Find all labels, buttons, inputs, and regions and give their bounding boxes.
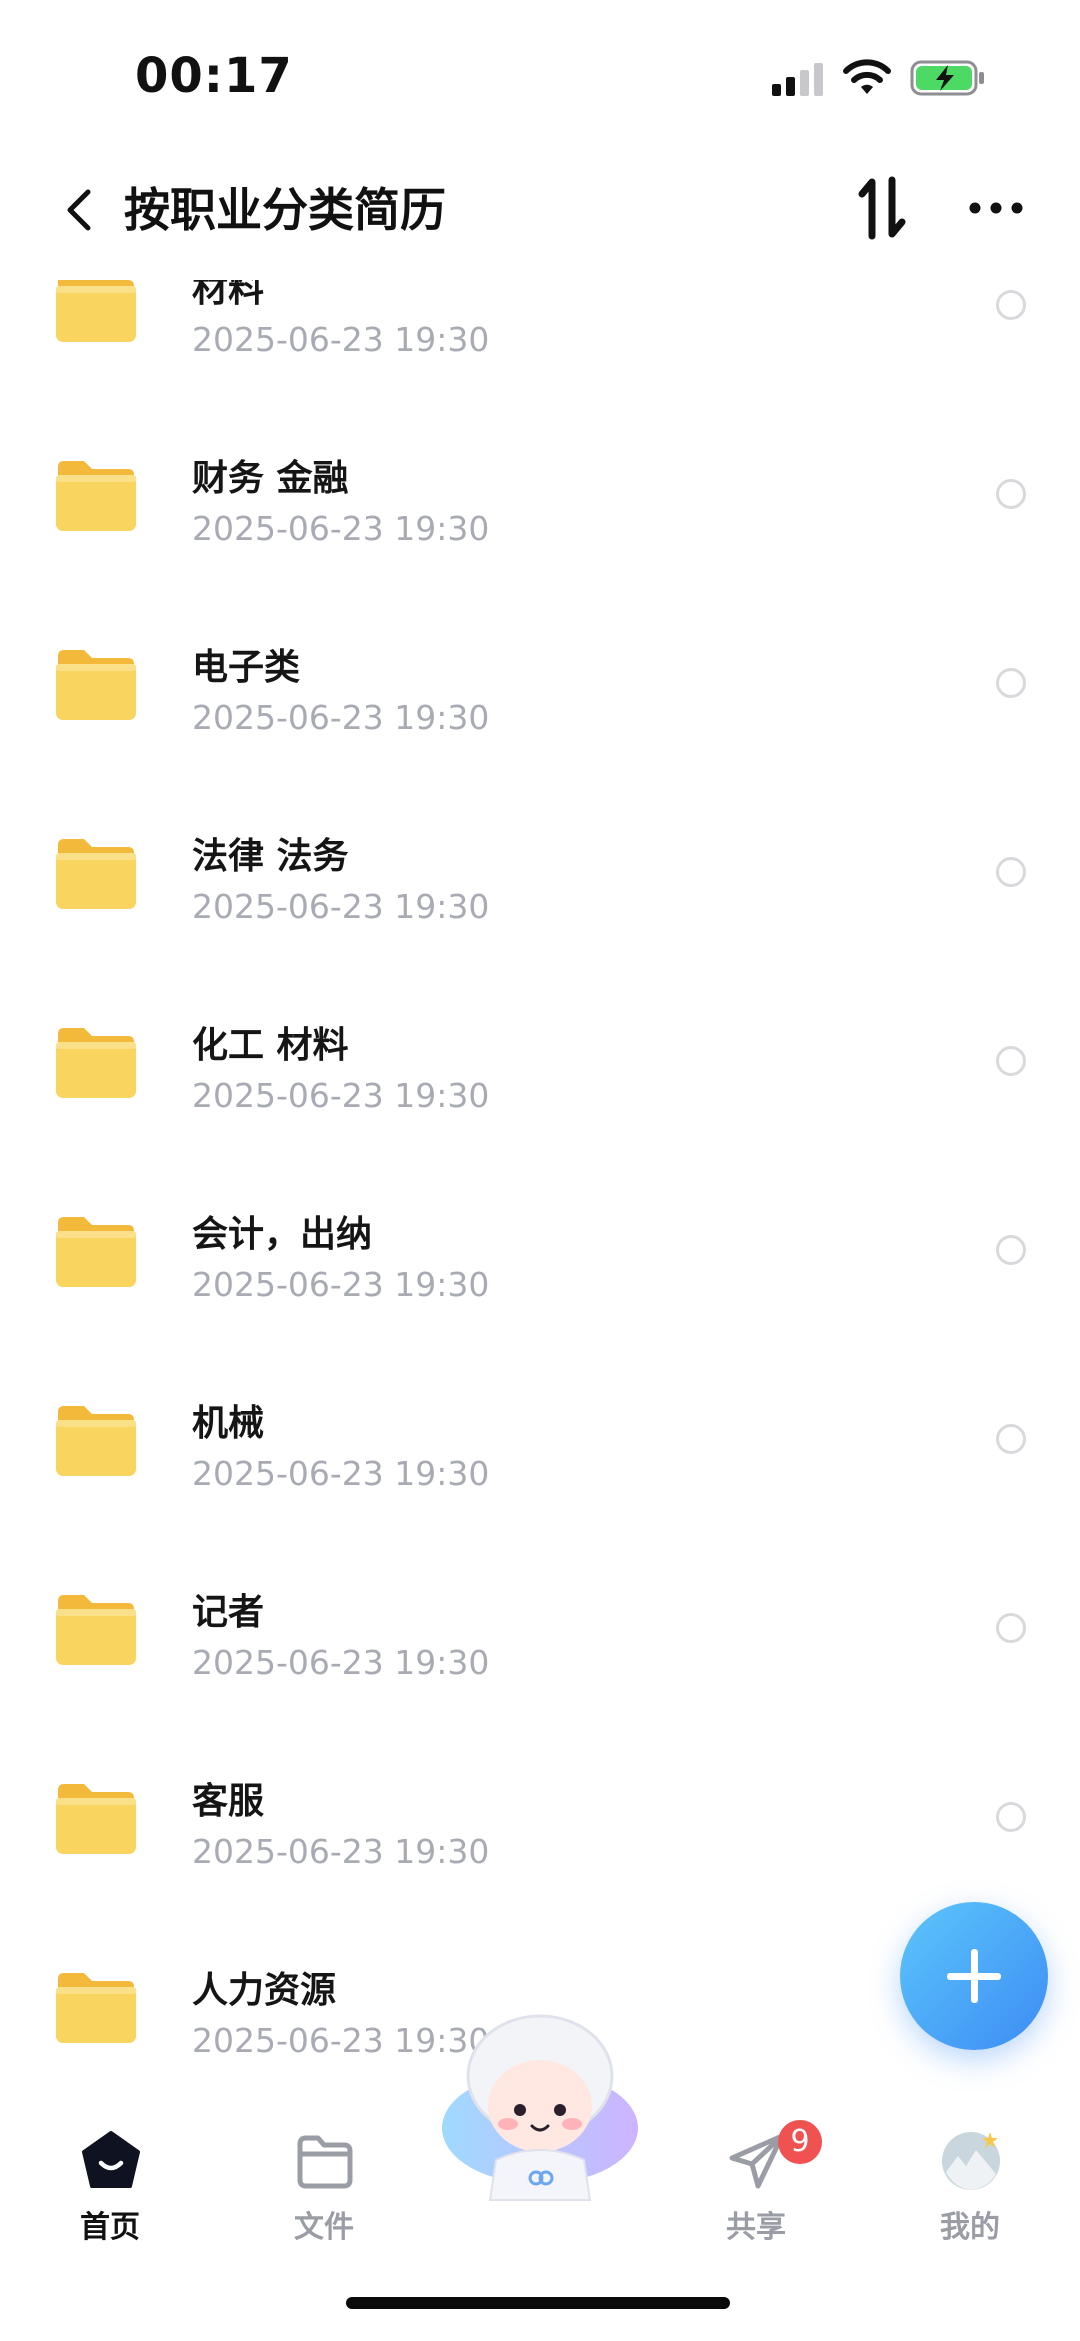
tab-me[interactable]: 我的: [890, 2120, 1050, 2270]
folder-date: 2025-06-23 19:30: [192, 887, 490, 926]
folder-date: 2025-06-23 19:30: [192, 698, 490, 737]
folder-name: 法律 法务: [192, 836, 349, 877]
select-radio[interactable]: [996, 668, 1026, 698]
folder-icon: [56, 839, 136, 909]
select-radio[interactable]: [996, 290, 1026, 320]
folder-date: 2025-06-23 19:30: [192, 1265, 490, 1304]
select-radio[interactable]: [996, 1802, 1026, 1832]
list-item[interactable]: 会计，出纳 2025-06-23 19:30: [0, 1165, 1080, 1354]
folder-list: 材料 2025-06-23 19:30 财务 金融 2025-06-23 19:30 电…: [0, 250, 1080, 2110]
list-item[interactable]: 财务 金融 2025-06-23 19:30: [0, 409, 1080, 598]
folder-icon: [56, 461, 136, 531]
notification-badge: 9: [778, 2120, 822, 2164]
select-radio[interactable]: [996, 857, 1026, 887]
select-radio[interactable]: [996, 1613, 1026, 1643]
home-icon: [82, 2131, 140, 2188]
home-indicator: [346, 2297, 730, 2309]
select-radio[interactable]: [996, 479, 1026, 509]
tab-home[interactable]: 首页: [30, 2120, 190, 2270]
wifi-icon: [843, 59, 891, 94]
select-radio[interactable]: [996, 1235, 1026, 1265]
folder-icon: [56, 650, 136, 720]
list-item[interactable]: 法律 法务 2025-06-23 19:30: [0, 787, 1080, 976]
folder-date: 2025-06-23 19:30: [192, 1076, 490, 1115]
select-radio[interactable]: [996, 1046, 1026, 1076]
folder-icon: [56, 1973, 136, 2043]
avatar: [942, 2132, 1000, 2190]
list-item[interactable]: 记者 2025-06-23 19:30: [0, 1543, 1080, 1732]
folder-icon: [297, 2135, 353, 2189]
tab-share[interactable]: 9 共享: [676, 2120, 836, 2270]
folder-name: 机械: [192, 1403, 265, 1444]
status-bar: 00:17: [0, 0, 1080, 150]
folder-name: 人力资源: [192, 1970, 337, 2011]
folder-name: 会计，出纳: [192, 1214, 373, 1255]
tab-label-me: 我的: [940, 2210, 1000, 2245]
folder-name: 财务 金融: [192, 458, 349, 499]
folder-name: 化工 材料: [192, 1025, 349, 1066]
assistant-mascot-icon[interactable]: [440, 2010, 640, 2210]
select-radio[interactable]: [996, 1424, 1026, 1454]
tab-label-home: 首页: [80, 2210, 140, 2245]
add-button[interactable]: [900, 1902, 1048, 2050]
page-title: 按职业分类简历: [124, 183, 446, 237]
battery-charging-icon: [910, 60, 984, 96]
back-arrow-icon[interactable]: [58, 180, 98, 240]
folder-name: 记者: [192, 1592, 265, 1633]
list-item[interactable]: 化工 材料 2025-06-23 19:30: [0, 976, 1080, 1165]
list-item[interactable]: 机械 2025-06-23 19:30: [0, 1354, 1080, 1543]
folder-date: 2025-06-23 19:30: [192, 1832, 490, 1871]
cellular-signal-icon: [772, 63, 823, 96]
status-time: 00:17: [135, 48, 293, 104]
folder-name: 客服: [192, 1781, 265, 1822]
sort-icon[interactable]: [856, 176, 908, 240]
more-options-icon[interactable]: [968, 198, 1024, 218]
folder-icon: [56, 1595, 136, 1665]
tab-label-files: 文件: [294, 2210, 354, 2245]
folder-date: 2025-06-23 19:30: [192, 320, 490, 359]
list-item[interactable]: 电子类 2025-06-23 19:30: [0, 598, 1080, 787]
folder-icon: [56, 1028, 136, 1098]
folder-date: 2025-06-23 19:30: [192, 1643, 490, 1682]
folder-icon: [56, 1406, 136, 1476]
nav-header: 按职业分类简历: [0, 150, 1080, 280]
list-item[interactable]: 客服 2025-06-23 19:30: [0, 1732, 1080, 1921]
folder-icon: [56, 1217, 136, 1287]
tab-label-share: 共享: [726, 2210, 786, 2245]
folder-date: 2025-06-23 19:30: [192, 509, 490, 548]
tab-files[interactable]: 文件: [244, 2120, 404, 2270]
folder-date: 2025-06-23 19:30: [192, 1454, 490, 1493]
folder-name: 电子类: [192, 647, 301, 688]
folder-icon: [56, 1784, 136, 1854]
